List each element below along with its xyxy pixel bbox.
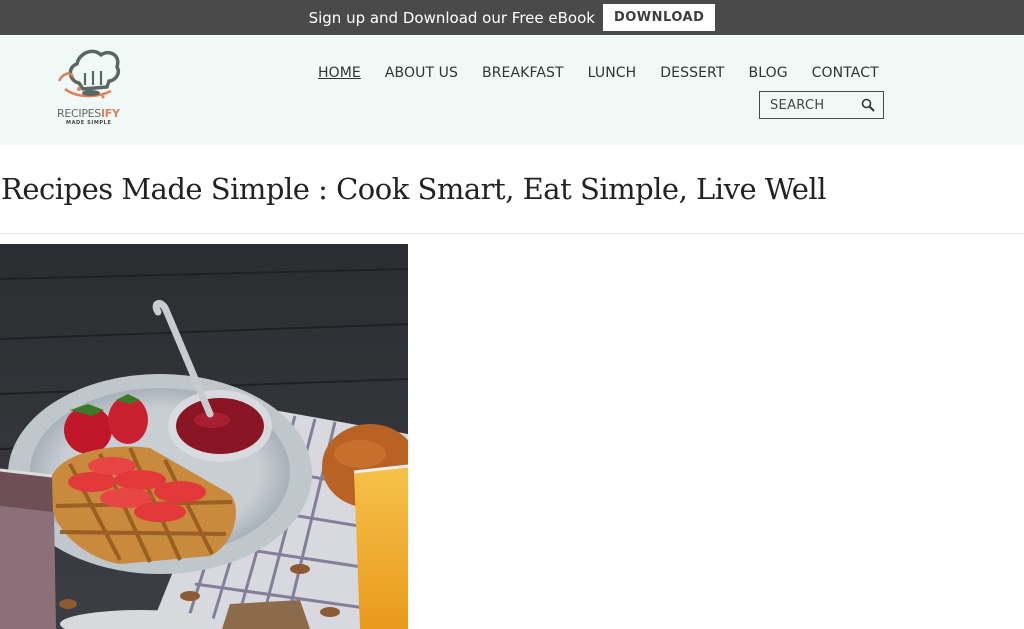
search-input[interactable] <box>770 97 858 113</box>
search-box <box>759 91 884 119</box>
main-nav: HOME ABOUT US BREAKFAST LUNCH DESSERT BL… <box>306 65 891 81</box>
logo-word-part2: IFY <box>100 107 120 120</box>
promo-bar: Sign up and Download our Free eBook DOWN… <box>0 0 1024 35</box>
page-title: Recipes Made Simple : Cook Smart, Eat Si… <box>1 172 826 206</box>
breakfast-photo <box>0 244 408 629</box>
hero-breakfast-image <box>0 244 408 629</box>
download-button[interactable]: DOWNLOAD <box>602 4 716 31</box>
chef-hat-logo-icon <box>57 49 121 99</box>
nav-item-contact[interactable]: CONTACT <box>800 65 891 81</box>
nav-item-dessert[interactable]: DESSERT <box>648 65 736 81</box>
nav-item-home[interactable]: HOME <box>306 65 373 81</box>
logo-tagline: MADE SIMPLE <box>66 120 112 126</box>
nav-item-lunch[interactable]: LUNCH <box>576 65 649 81</box>
site-header: RECIPESIFY MADE SIMPLE HOME ABOUT US BRE… <box>0 35 1024 145</box>
site-logo[interactable]: RECIPESIFY MADE SIMPLE <box>55 45 130 127</box>
promo-text: Sign up and Download our Free eBook <box>308 8 595 27</box>
logo-wordmark: RECIPESIFY <box>57 107 120 120</box>
nav-item-about-us[interactable]: ABOUT US <box>373 65 470 81</box>
nav-item-breakfast[interactable]: BREAKFAST <box>470 65 576 81</box>
logo-word-part1: RECIPES <box>57 107 101 120</box>
divider <box>0 233 1024 234</box>
search-icon[interactable] <box>861 98 875 112</box>
nav-item-blog[interactable]: BLOG <box>736 65 799 81</box>
